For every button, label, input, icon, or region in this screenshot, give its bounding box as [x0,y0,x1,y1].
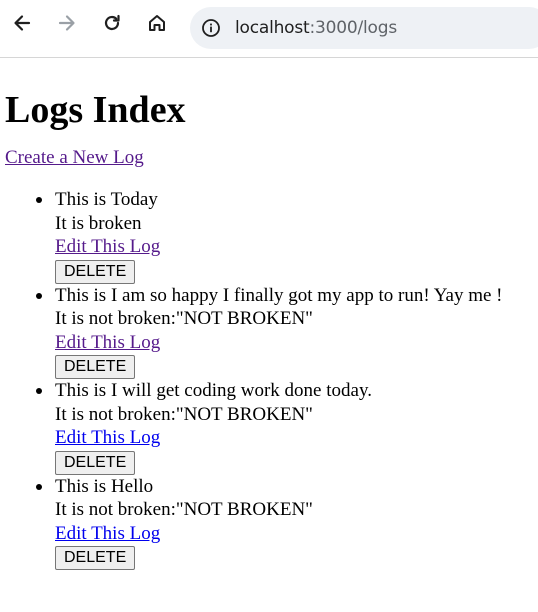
logs-list: This is Today It is broken Edit This Log DE… [5,188,538,570]
reload-icon[interactable] [100,11,124,35]
page-content: Logs Index Create a New Log This is Toda… [0,89,538,570]
create-log-link[interactable]: Create a New Log [5,147,144,169]
back-arrow-icon[interactable] [10,11,34,35]
edit-log-link[interactable]: Edit This Log [55,426,538,450]
site-info-icon[interactable] [200,17,222,39]
address-bar[interactable]: localhost:3000/logs [190,7,538,49]
log-list-item: This is Hello It is not broken:"NOT BROKE… [36,475,538,570]
log-title: This is I will get coding work done toda… [55,380,372,401]
log-status: It is not broken:"NOT BROKEN" [55,403,313,425]
log-title: This is I am so happy I finally got my a… [55,284,503,306]
log-status: It is broken [55,212,142,234]
log-title: This is Hello [55,475,154,497]
home-icon[interactable] [145,11,169,35]
edit-log-link[interactable]: Edit This Log [55,331,538,355]
log-title: This is Today [55,189,158,210]
log-status: It is not broken:"NOT BROKEN" [55,499,313,520]
browser-toolbar: localhost:3000/logs [0,0,538,58]
forward-arrow-icon[interactable] [55,11,79,35]
edit-log-link[interactable]: Edit This Log [55,522,538,546]
log-list-item: This is Today It is broken Edit This Log DE… [36,188,538,284]
delete-button[interactable]: DELETE [55,450,136,475]
log-status: It is not broken:"NOT BROKEN" [55,308,313,329]
delete-button[interactable]: DELETE [55,355,136,379]
log-list-item: This is I am so happy I finally got my a… [36,284,538,379]
url-host: localhost [235,18,310,38]
edit-log-link[interactable]: Edit This Log [55,235,538,259]
page-title: Logs Index [5,89,186,131]
url-path: :3000/logs [309,18,398,38]
delete-button[interactable]: DELETE [55,259,136,284]
url-text[interactable]: localhost:3000/logs [235,18,397,38]
delete-button[interactable]: DELETE [55,546,136,570]
log-list-item: This is I will get coding work done toda… [36,379,538,475]
